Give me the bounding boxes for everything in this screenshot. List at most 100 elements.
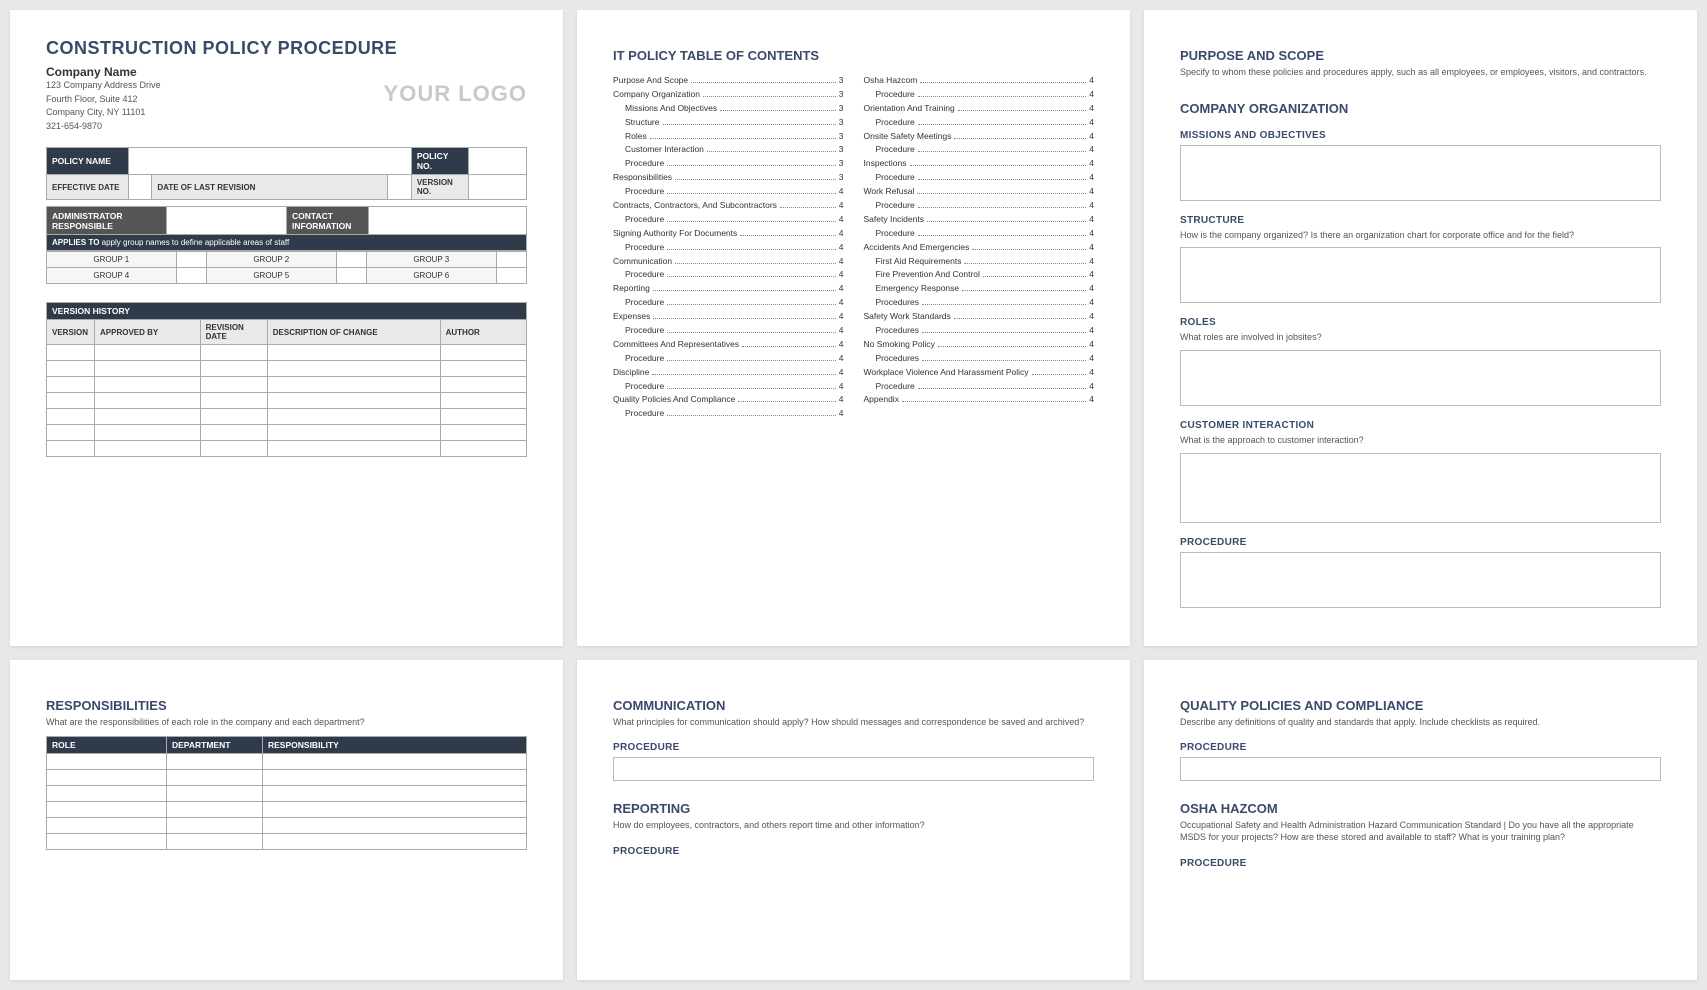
page-4: RESPONSIBILITIES What are the responsibi… <box>10 660 563 980</box>
field-effective-date[interactable] <box>128 175 152 200</box>
applies-to-row: APPLIES TO apply group names to define a… <box>47 235 527 251</box>
toc-entry: Procedure4 <box>864 200 1095 212</box>
toc-entry: Customer Interaction3 <box>613 144 844 156</box>
h-structure: STRUCTURE <box>1180 215 1661 226</box>
toc-entry: Communication4 <box>613 256 844 268</box>
toc-entry: Emergency Response4 <box>864 283 1095 295</box>
toc-entry: Fire Prevention And Control4 <box>864 269 1095 281</box>
h-communication: COMMUNICATION <box>613 698 1094 713</box>
field-version-no[interactable] <box>469 175 527 200</box>
toc-entry: Procedure4 <box>613 408 844 420</box>
label-effective-date: EFFECTIVE DATE <box>47 175 129 200</box>
toc-entry: Procedures4 <box>864 325 1095 337</box>
table-row[interactable] <box>47 834 527 850</box>
company-name: Company Name <box>46 65 161 79</box>
table-row[interactable] <box>47 393 527 409</box>
page-6: QUALITY POLICIES AND COMPLIANCE Describe… <box>1144 660 1697 980</box>
toc-entry: Quality Policies And Compliance4 <box>613 394 844 406</box>
field-admin-resp[interactable] <box>167 207 287 235</box>
table-row[interactable] <box>47 441 527 457</box>
h-purpose: PURPOSE AND SCOPE <box>1180 48 1661 63</box>
group-5[interactable]: GROUP 5 <box>206 268 336 284</box>
label-applies-to: APPLIES TO <box>52 238 99 247</box>
field-date-last-rev[interactable] <box>388 175 412 200</box>
toc-entry: Committees And Representatives4 <box>613 339 844 351</box>
label-contact-info: CONTACT INFORMATION <box>287 207 369 235</box>
toc-entry: Roles3 <box>613 131 844 143</box>
addr2: Fourth Floor, Suite 412 <box>46 93 161 107</box>
table-row[interactable] <box>47 818 527 834</box>
resp-col-dept: DEPARTMENT <box>167 737 263 754</box>
toc-entry: Procedure4 <box>613 353 844 365</box>
box-procedure[interactable] <box>1180 552 1661 608</box>
table-row[interactable] <box>47 409 527 425</box>
applies-to-note: apply group names to define applicable a… <box>102 238 290 247</box>
toc-left: Purpose And Scope3Company Organization3M… <box>613 75 844 422</box>
page-2: IT POLICY TABLE OF CONTENTS Purpose And … <box>577 10 1130 646</box>
toc-entry: Inspections4 <box>864 158 1095 170</box>
box-roles[interactable] <box>1180 350 1661 406</box>
resp-col-resp: RESPONSIBILITY <box>263 737 527 754</box>
toc-entry: No Smoking Policy4 <box>864 339 1095 351</box>
toc-entry: Procedure4 <box>613 186 844 198</box>
field-contact-info[interactable] <box>368 207 526 235</box>
page-3: PURPOSE AND SCOPE Specify to whom these … <box>1144 10 1697 646</box>
toc-entry: Appendix4 <box>864 394 1095 406</box>
label-policy-no: POLICY NO. <box>411 148 469 175</box>
toc-entry: First Aid Requirements4 <box>864 256 1095 268</box>
h-customer: CUSTOMER INTERACTION <box>1180 420 1661 431</box>
h-proc-report: PROCEDURE <box>613 846 1094 857</box>
toc-entry: Procedure4 <box>864 172 1095 184</box>
table-row[interactable] <box>47 770 527 786</box>
d-communication: What principles for communication should… <box>613 717 1094 729</box>
toc-entry: Procedure4 <box>864 89 1095 101</box>
toc-entry: Osha Hazcom4 <box>864 75 1095 87</box>
toc-entry: Reporting4 <box>613 283 844 295</box>
group-6[interactable]: GROUP 6 <box>366 268 496 284</box>
group-1[interactable]: GROUP 1 <box>47 252 177 268</box>
toc-right: Osha Hazcom4Procedure4Orientation And Tr… <box>864 75 1095 422</box>
h-missions: MISSIONS AND OBJECTIVES <box>1180 130 1661 141</box>
toc-columns: Purpose And Scope3Company Organization3M… <box>613 75 1094 422</box>
groups-table: GROUP 1 GROUP 2 GROUP 3 GROUP 4 GROUP 5 … <box>46 251 527 284</box>
field-policy-no[interactable] <box>469 148 527 175</box>
toc-entry: Discipline4 <box>613 367 844 379</box>
group-3[interactable]: GROUP 3 <box>366 252 496 268</box>
toc-entry: Procedure4 <box>613 214 844 226</box>
toc-entry: Procedure4 <box>864 228 1095 240</box>
toc-entry: Procedure3 <box>613 158 844 170</box>
toc-entry: Expenses4 <box>613 311 844 323</box>
vh-col-revdate: REVISION DATE <box>200 320 267 345</box>
label-admin-resp: ADMINISTRATOR RESPONSIBLE <box>47 207 167 235</box>
d-customer: What is the approach to customer interac… <box>1180 435 1661 447</box>
field-policy-name[interactable] <box>128 148 411 175</box>
box-missions[interactable] <box>1180 145 1661 201</box>
table-row[interactable] <box>47 361 527 377</box>
d-structure: How is the company organized? Is there a… <box>1180 230 1661 242</box>
h-proc-comm: PROCEDURE <box>613 742 1094 753</box>
responsibilities-table: ROLE DEPARTMENT RESPONSIBILITY <box>46 736 527 850</box>
group-2[interactable]: GROUP 2 <box>206 252 336 268</box>
addr1: 123 Company Address Drive <box>46 79 161 93</box>
toc-entry: Procedure4 <box>864 144 1095 156</box>
label-version-no: VERSION NO. <box>411 175 469 200</box>
table-row[interactable] <box>47 802 527 818</box>
company-block: Company Name 123 Company Address Drive F… <box>46 65 161 133</box>
table-row[interactable] <box>47 786 527 802</box>
table-row[interactable] <box>47 345 527 361</box>
toc-entry: Onsite Safety Meetings4 <box>864 131 1095 143</box>
page-1: CONSTRUCTION POLICY PROCEDURE Company Na… <box>10 10 563 646</box>
table-row[interactable] <box>47 754 527 770</box>
box-customer[interactable] <box>1180 453 1661 523</box>
box-quality-proc[interactable] <box>1180 757 1661 781</box>
box-comm-proc[interactable] <box>613 757 1094 781</box>
toc-entry: Procedure4 <box>613 325 844 337</box>
table-row[interactable] <box>47 377 527 393</box>
table-row[interactable] <box>47 425 527 441</box>
version-history-hdr: VERSION HISTORY <box>47 303 527 320</box>
box-structure[interactable] <box>1180 247 1661 303</box>
group-4[interactable]: GROUP 4 <box>47 268 177 284</box>
toc-entry: Procedures4 <box>864 353 1095 365</box>
vh-col-author: AUTHOR <box>440 320 526 345</box>
policy-meta-table: POLICY NAME POLICY NO. EFFECTIVE DATE DA… <box>46 147 527 200</box>
